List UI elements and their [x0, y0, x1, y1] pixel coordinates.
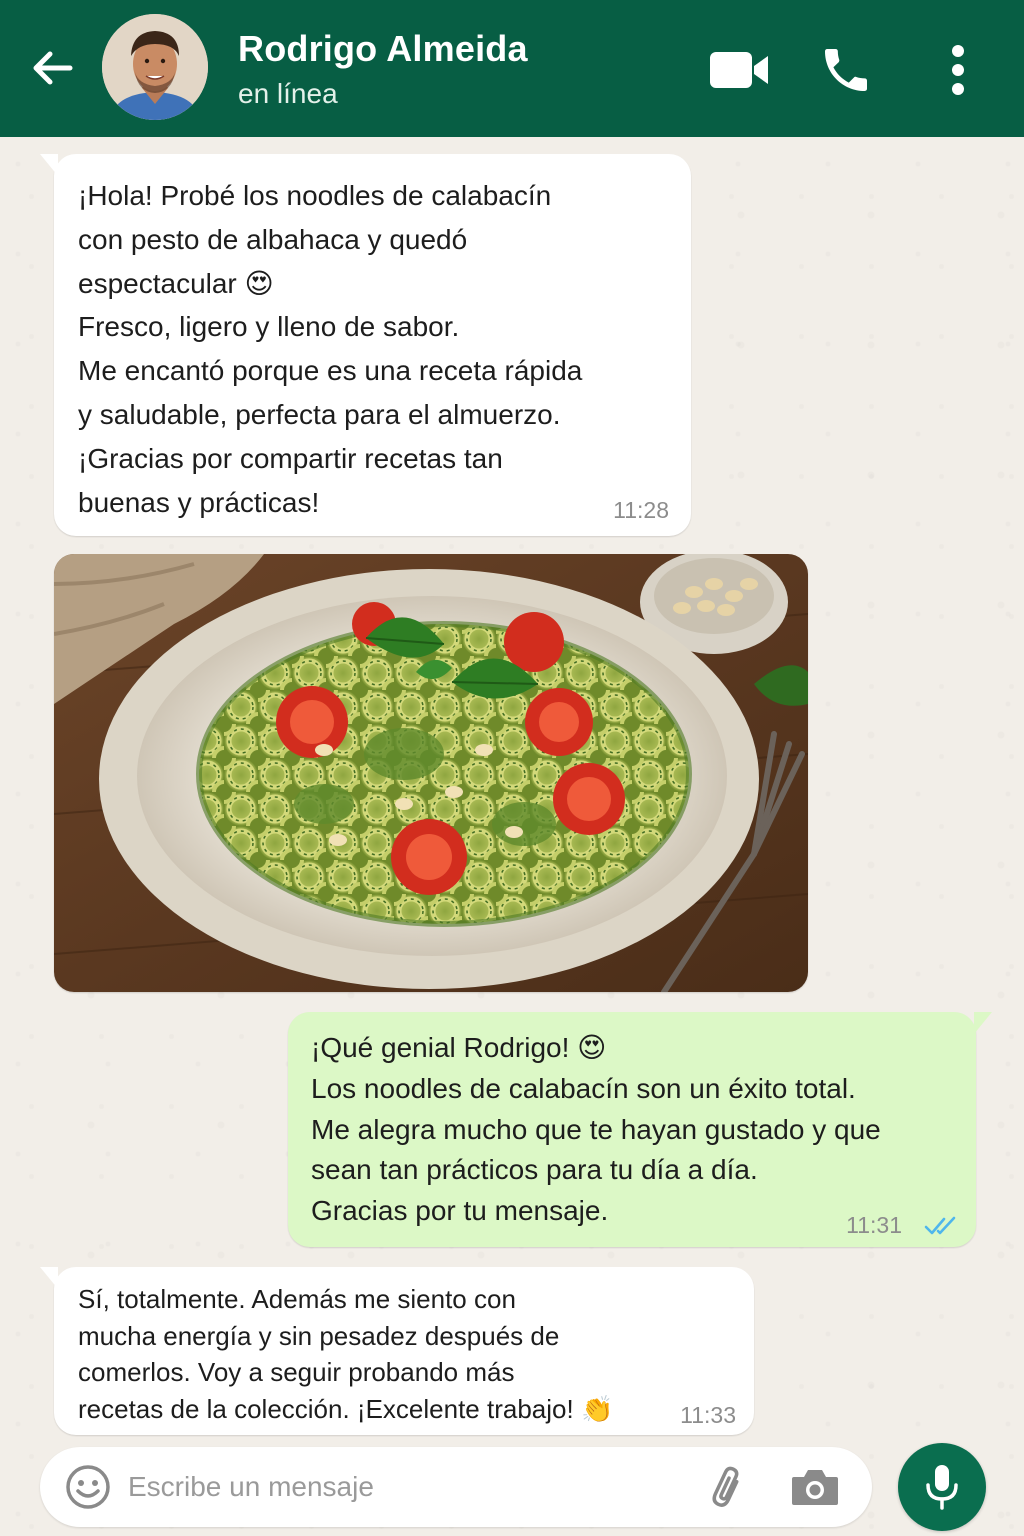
message-time: 11:33	[680, 1402, 736, 1428]
message-time: 11:31	[846, 1212, 902, 1238]
more-vert-icon	[952, 45, 964, 95]
message-text: ¡Hola! Probé los noodles de calabacín co…	[78, 180, 583, 518]
video-call-icon	[710, 52, 768, 88]
avatar[interactable]	[102, 14, 208, 120]
more-options-button[interactable]	[936, 38, 980, 102]
voice-message-button[interactable]	[898, 1443, 986, 1531]
zucchini-noodles-photo	[54, 554, 808, 992]
camera-icon[interactable]	[788, 1463, 842, 1511]
contact-photo	[102, 14, 208, 120]
message-composer	[40, 1447, 872, 1527]
emoji-icon[interactable]	[64, 1463, 112, 1511]
message-text: ¡Qué genial Rodrigo! 😍 Los noodles de ca…	[311, 1032, 881, 1227]
phone-icon	[825, 49, 867, 91]
contact-status: en línea	[238, 78, 338, 109]
food-photo-message[interactable]	[54, 554, 808, 992]
attach-icon[interactable]	[704, 1463, 752, 1511]
bubble-tail	[40, 1267, 58, 1289]
contact-name[interactable]: Rodrigo Almeida	[238, 28, 528, 70]
message-time: 11:28	[613, 497, 669, 523]
back-arrow-icon	[33, 51, 73, 85]
bubble-tail	[40, 154, 58, 176]
read-receipt-icon	[924, 1216, 956, 1235]
message-input[interactable]	[128, 1463, 688, 1511]
incoming-message[interactable]: Sí, totalmente. Además me siento con muc…	[40, 1267, 754, 1435]
incoming-message[interactable]: ¡Hola! Probé los noodles de calabacín co…	[40, 154, 691, 536]
back-button[interactable]	[24, 40, 80, 96]
message-text: Sí, totalmente. Además me siento con muc…	[78, 1284, 614, 1424]
bubble-tail	[974, 1012, 992, 1034]
outgoing-message[interactable]: ¡Qué genial Rodrigo! 😍 Los noodles de ca…	[288, 1012, 992, 1247]
chat-header: Rodrigo Almeida en línea	[0, 0, 1024, 137]
voice-call-button[interactable]	[812, 36, 880, 104]
mic-icon	[926, 1465, 958, 1510]
video-call-button[interactable]	[704, 42, 774, 98]
